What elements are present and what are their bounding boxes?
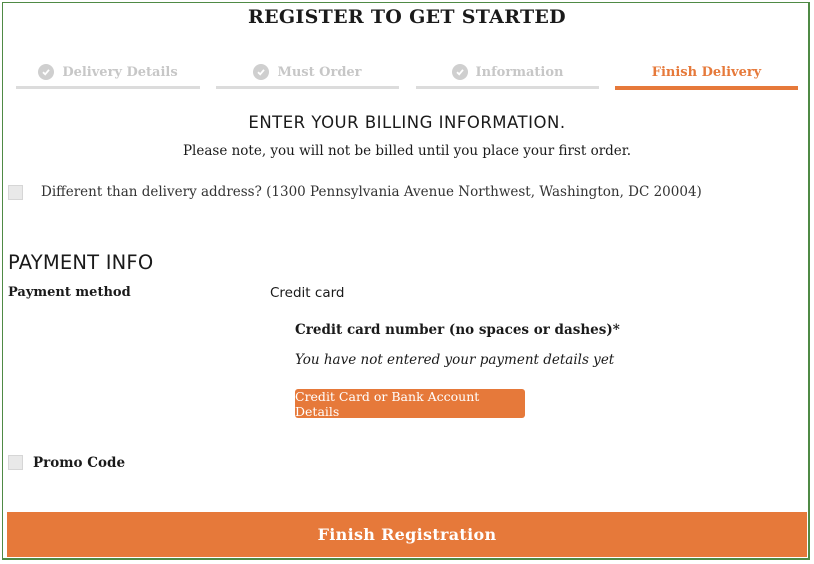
progress-steps: Delivery Details Must Order Information … bbox=[16, 61, 798, 91]
step-label: Finish Delivery bbox=[651, 64, 762, 80]
page-title: REGISTER TO GET STARTED bbox=[248, 6, 566, 28]
step-progress-bar bbox=[216, 86, 399, 89]
different-address-label: Different than delivery address? (1300 P… bbox=[41, 184, 702, 200]
check-circle-icon bbox=[253, 64, 270, 80]
step-progress-bar bbox=[416, 86, 599, 89]
step-label: Must Order bbox=[277, 64, 362, 80]
step-must-order[interactable]: Must Order bbox=[216, 61, 399, 91]
credit-card-number-label: Credit card number (no spaces or dashes)… bbox=[295, 322, 620, 338]
check-circle-icon bbox=[38, 64, 55, 80]
step-label: Information bbox=[475, 64, 564, 80]
payment-details-button[interactable]: Credit Card or Bank Account Details bbox=[295, 389, 525, 419]
step-information[interactable]: Information bbox=[416, 61, 599, 91]
promo-code-checkbox[interactable] bbox=[8, 455, 23, 470]
check-circle-icon bbox=[451, 64, 468, 80]
different-address-checkbox[interactable] bbox=[8, 185, 23, 200]
payment-method-value: Credit card bbox=[270, 285, 345, 301]
payment-details-status: You have not entered your payment detail… bbox=[295, 352, 615, 368]
step-delivery-details[interactable]: Delivery Details bbox=[16, 61, 200, 91]
finish-registration-button[interactable]: Finish Registration bbox=[7, 512, 807, 557]
billing-note: Please note, you will not be billed unti… bbox=[182, 143, 632, 159]
step-finish-delivery[interactable]: Finish Delivery bbox=[615, 61, 798, 91]
step-progress-bar bbox=[16, 86, 200, 89]
step-label: Delivery Details bbox=[62, 64, 178, 80]
step-progress-bar bbox=[615, 86, 798, 90]
payment-heading: PAYMENT INFO bbox=[8, 251, 154, 274]
promo-code-label: Promo Code bbox=[33, 455, 126, 471]
billing-heading: ENTER YOUR BILLING INFORMATION. bbox=[248, 113, 566, 132]
payment-method-label: Payment method bbox=[8, 285, 131, 300]
